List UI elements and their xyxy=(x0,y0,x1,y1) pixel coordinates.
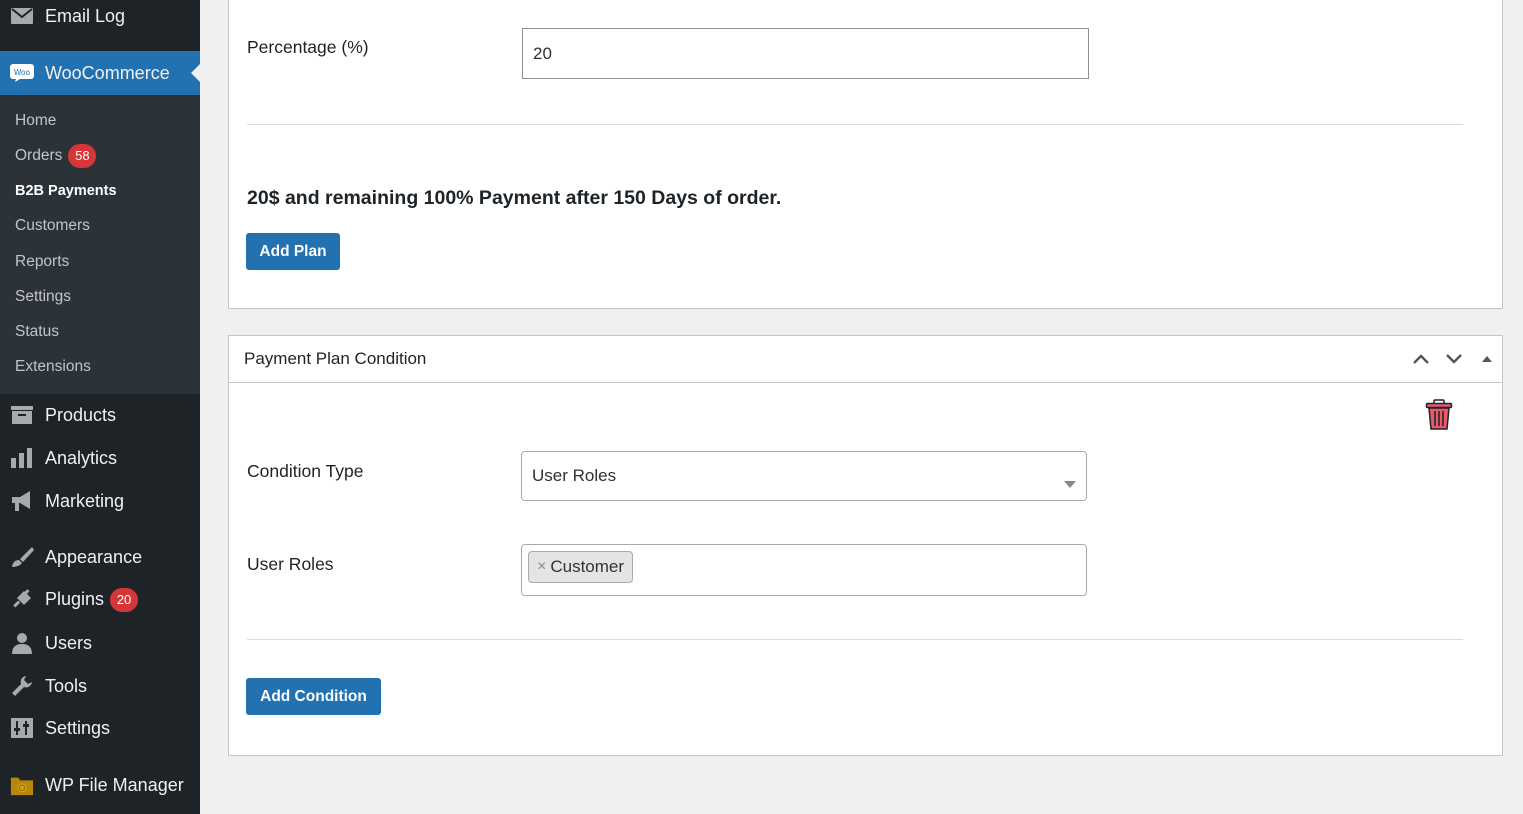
menu-item-woocommerce[interactable]: Woo WooCommerce xyxy=(0,51,200,95)
condition-type-select[interactable]: User Roles xyxy=(521,451,1087,501)
submenu-item-status[interactable]: Status xyxy=(15,323,59,341)
percentage-label: Percentage (%) xyxy=(247,37,369,57)
user-icon xyxy=(10,631,34,655)
paintbrush-icon xyxy=(10,545,34,569)
svg-text:Woo: Woo xyxy=(14,68,31,77)
move-up-icon[interactable] xyxy=(1410,348,1432,370)
plan-summary-text: 20$ and remaining 100% Payment after 150… xyxy=(247,187,782,209)
divider xyxy=(247,639,1463,640)
collapse-toggle-icon[interactable] xyxy=(1476,348,1498,370)
condition-type-value: User Roles xyxy=(532,466,617,485)
submenu-item-reports[interactable]: Reports xyxy=(15,253,69,271)
settings-icon xyxy=(10,716,34,740)
payment-plan-condition-panel: Payment Plan Condition Condition Type Us… xyxy=(228,335,1503,756)
payment-plan-panel: Percentage (%) 20 20$ and remaining 100%… xyxy=(228,0,1503,309)
condition-type-label: Condition Type xyxy=(247,461,364,481)
menu-item-wp-file-manager[interactable]: WP File Manager xyxy=(0,765,200,805)
menu-item-label: Plugins 20 xyxy=(45,588,139,612)
menu-item-label: Users xyxy=(45,632,93,653)
woocommerce-submenu: Home Orders 58 B2B Payments Customers Rep… xyxy=(0,95,200,394)
menu-item-label: Analytics xyxy=(45,447,118,468)
chevron-down-icon xyxy=(1064,473,1076,493)
orders-count-badge: 58 xyxy=(68,144,97,168)
menu-item-label: Tools xyxy=(45,675,88,696)
woo-icon: Woo xyxy=(10,61,34,85)
menu-item-users[interactable]: Users xyxy=(0,623,200,663)
megaphone-icon xyxy=(10,489,34,513)
menu-item-appearance[interactable]: Appearance xyxy=(0,537,200,577)
submenu-item-customers[interactable]: Customers xyxy=(15,217,90,235)
menu-item-label: Appearance xyxy=(45,546,143,567)
archive-icon xyxy=(10,403,34,427)
admin-sidebar: Email Log Woo WooCommerce Home Orders 58 … xyxy=(0,0,200,814)
percentage-input[interactable]: 20 xyxy=(522,28,1089,79)
add-condition-button[interactable]: Add Condition xyxy=(246,678,381,715)
menu-item-tools[interactable]: Tools xyxy=(0,666,200,706)
menu-item-label: Marketing xyxy=(45,490,125,511)
menu-item-label: Settings xyxy=(45,717,111,738)
panel-header: Payment Plan Condition xyxy=(229,336,1502,383)
menu-item-label: WooCommerce xyxy=(45,62,170,83)
add-plan-button[interactable]: Add Plan xyxy=(246,233,340,270)
menu-item-email-log[interactable]: Email Log xyxy=(0,0,200,36)
wrench-icon xyxy=(10,674,34,698)
menu-item-marketing[interactable]: Marketing xyxy=(0,481,200,521)
menu-item-label: Products xyxy=(45,404,117,425)
submenu-item-orders[interactable]: Orders 58 xyxy=(15,144,97,168)
tag-label: Customer xyxy=(550,557,625,576)
submenu-item-home[interactable]: Home xyxy=(15,112,56,130)
delete-icon[interactable] xyxy=(1425,399,1453,431)
user-roles-multiselect[interactable]: × Customer xyxy=(521,544,1087,596)
submenu-item-extensions[interactable]: Extensions xyxy=(15,358,91,376)
divider xyxy=(247,124,1463,125)
menu-item-products[interactable]: Products xyxy=(0,395,200,435)
menu-item-label: WP File Manager xyxy=(45,774,184,795)
bar-chart-icon xyxy=(10,446,34,470)
menu-item-settings[interactable]: Settings xyxy=(0,708,200,748)
submenu-item-b2b-payments[interactable]: B2B Payments xyxy=(15,183,117,199)
user-roles-label: User Roles xyxy=(247,554,334,574)
plugin-icon xyxy=(10,588,34,612)
envelope-icon xyxy=(10,4,34,28)
remove-tag-icon[interactable]: × xyxy=(537,558,546,576)
submenu-item-settings[interactable]: Settings xyxy=(15,288,71,306)
menu-item-label: Email Log xyxy=(45,5,126,26)
panel-title: Payment Plan Condition xyxy=(244,349,427,368)
file-manager-icon xyxy=(10,773,34,797)
menu-item-plugins[interactable]: Plugins 20 xyxy=(0,580,200,620)
move-down-icon[interactable] xyxy=(1443,348,1465,370)
selected-role-tag: × Customer xyxy=(528,551,634,583)
plugins-count-badge: 20 xyxy=(110,588,139,612)
menu-item-analytics[interactable]: Analytics xyxy=(0,438,200,478)
